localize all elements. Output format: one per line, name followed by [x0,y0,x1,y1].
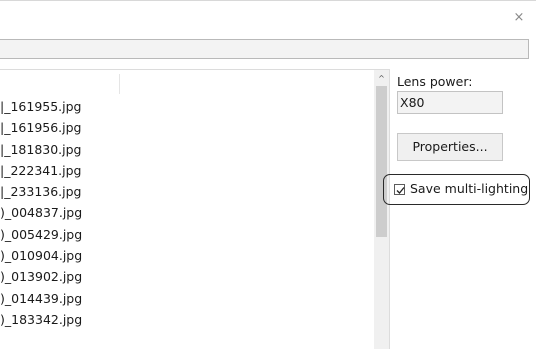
file-list-item[interactable]: )_004837.jpg [0,202,370,223]
close-button[interactable]: × [508,7,530,29]
file-list-item[interactable]: |_161956.jpg [0,117,370,138]
window-titlebar: × [0,0,536,33]
file-list-item[interactable]: |_181830.jpg [0,139,370,160]
properties-button[interactable]: Properties... [397,133,503,161]
lens-power-field: X80 [397,91,503,114]
file-list-scrollbar[interactable]: ^ [374,70,389,349]
file-list-item[interactable]: |_222341.jpg [0,160,370,181]
file-list-item[interactable]: |_233136.jpg [0,181,370,202]
close-icon: × [513,10,525,25]
file-list-item[interactable]: )_013902.jpg [0,266,370,287]
file-list-item[interactable]: |_161955.jpg [0,96,370,117]
lens-power-label: Lens power: [397,74,473,89]
file-list: |_161955.jpg |_161956.jpg |_181830.jpg |… [0,96,370,330]
file-list-panel: |_161955.jpg |_161956.jpg |_181830.jpg |… [0,69,390,349]
file-list-item[interactable]: )_005429.jpg [0,224,370,245]
scroll-up-button[interactable]: ^ [374,72,389,86]
file-list-header [0,70,372,94]
checkmark-icon [396,187,405,194]
file-list-item[interactable]: )_183342.jpg [0,309,370,330]
scrollbar-thumb[interactable] [376,86,387,237]
right-panel: Lens power: X80 Properties... Save multi… [383,70,536,339]
chevron-up-icon: ^ [378,74,385,83]
column-divider[interactable] [119,74,120,94]
file-list-item[interactable]: )_010904.jpg [0,245,370,266]
save-multi-lighting-label: Save multi-lighting [410,181,529,196]
file-list-item[interactable]: )_014439.jpg [0,288,370,309]
save-multi-lighting-checkbox[interactable]: Save multi-lighting [383,174,530,205]
checkbox-icon[interactable] [394,184,405,195]
path-bar[interactable] [0,39,529,59]
